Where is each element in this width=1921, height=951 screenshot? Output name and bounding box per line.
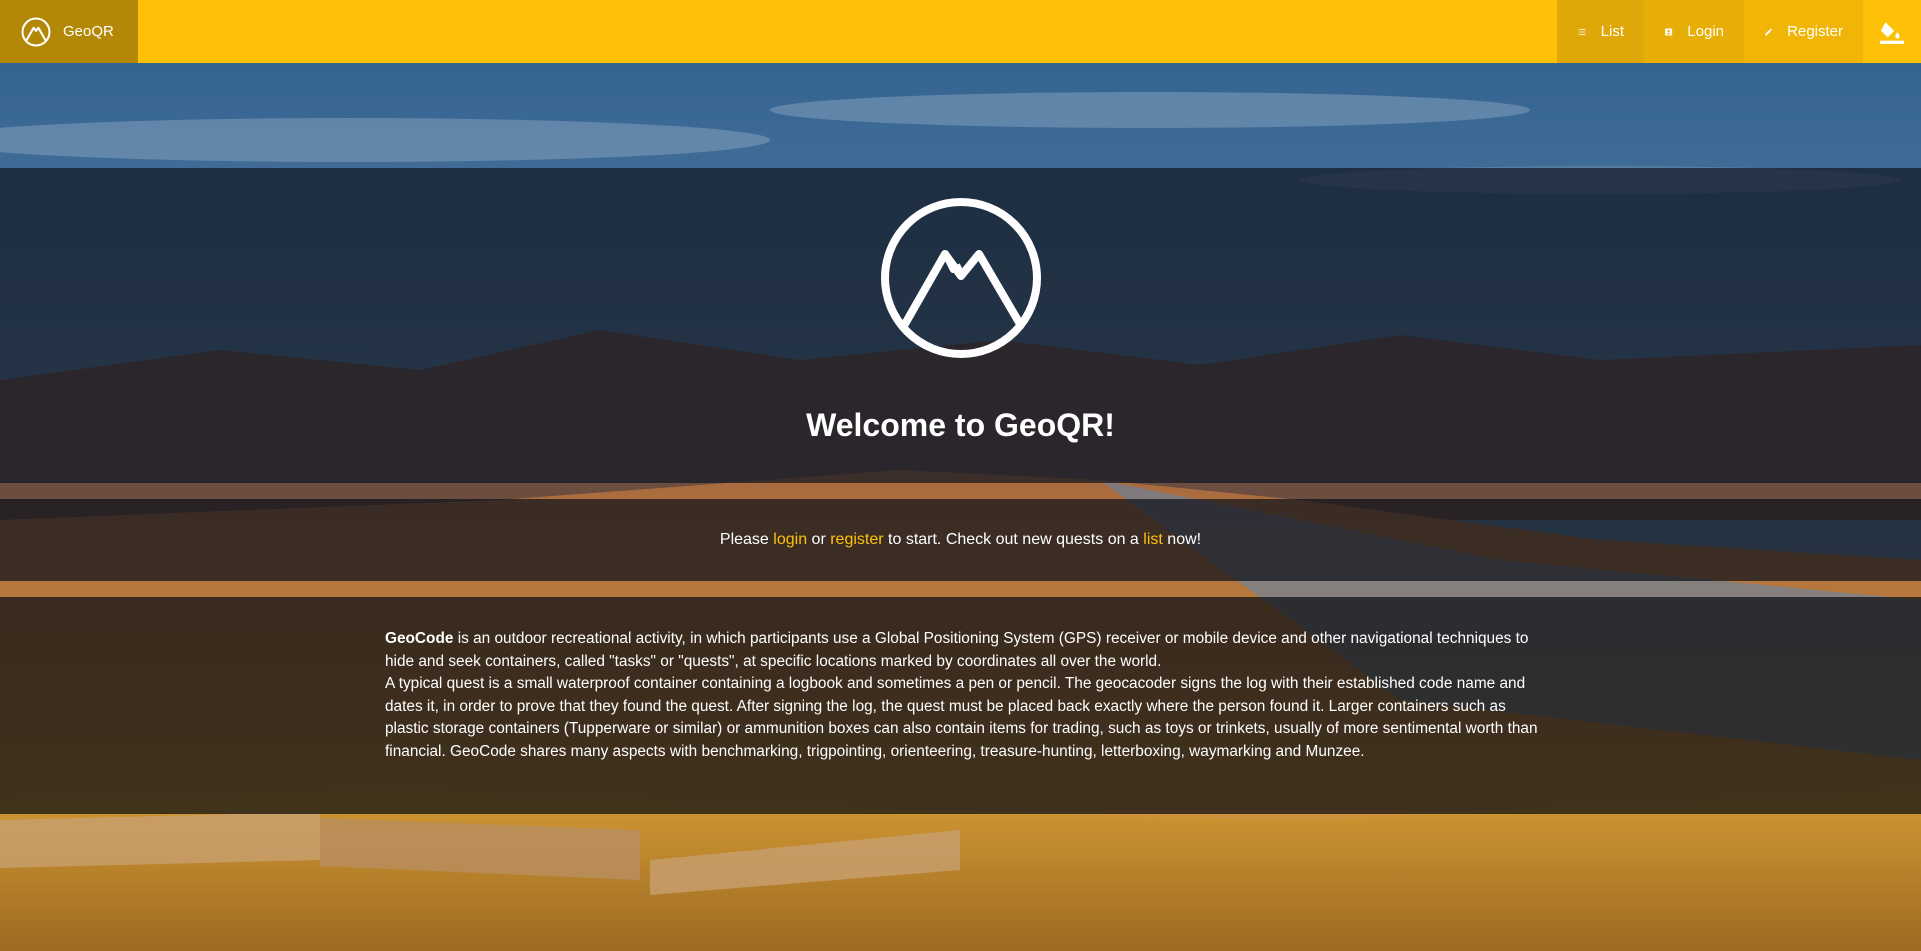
mountain-logo-icon (881, 198, 1041, 358)
nav-register-link[interactable]: Register (1744, 0, 1863, 63)
geocode-description: GeoCode is an outdoor recreational activ… (385, 628, 1545, 763)
top-navbar: GeoQR List Login Register (0, 0, 1921, 63)
account-box-icon (1665, 28, 1673, 35)
pencil-icon (1765, 28, 1772, 35)
paint-bucket-icon (1880, 21, 1904, 44)
nav-list-link[interactable]: List (1557, 0, 1644, 63)
description-paragraph-2: A typical quest is a small waterproof co… (385, 675, 1538, 760)
nav-login-link[interactable]: Login (1644, 0, 1744, 63)
mountain-logo-icon (21, 16, 51, 47)
list-link[interactable]: list (1143, 531, 1163, 548)
nav-register-label: Register (1787, 23, 1843, 40)
theme-toggle-button[interactable] (1863, 0, 1921, 63)
register-link[interactable]: register (830, 531, 883, 548)
brand-home-link[interactable]: GeoQR (0, 0, 138, 63)
login-link[interactable]: login (773, 531, 807, 548)
cta-text: Please login or register to start. Check… (719, 531, 1202, 548)
description-paragraph-1: GeoCode is an outdoor recreational activ… (385, 630, 1529, 670)
page-title: Welcome to GeoQR! (806, 407, 1115, 443)
geocode-term: GeoCode (385, 630, 454, 647)
nav-login-label: Login (1687, 23, 1724, 40)
brand-name: GeoQR (63, 23, 114, 40)
list-icon (1578, 28, 1586, 35)
nav-list-label: List (1600, 23, 1624, 40)
